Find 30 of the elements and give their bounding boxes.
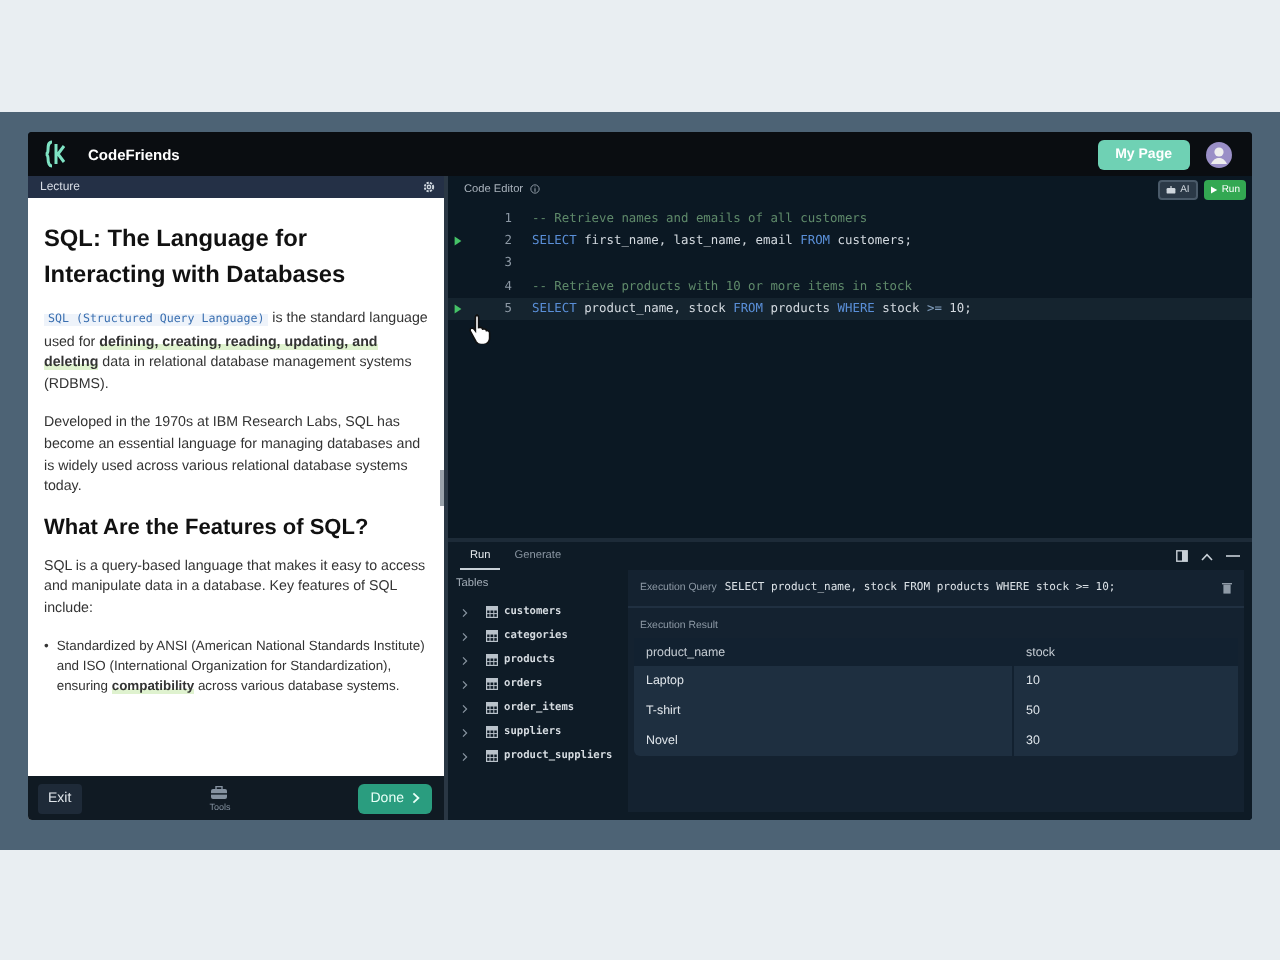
chevron-right-icon	[462, 655, 468, 665]
chevron-right-icon	[462, 751, 468, 761]
table-icon	[486, 702, 498, 714]
section-heading: What Are the Features of SQL?	[44, 515, 371, 540]
chevron-right-icon	[462, 607, 468, 617]
trash-icon[interactable]	[1222, 582, 1232, 594]
chevron-right-icon	[462, 727, 468, 737]
table-icon	[486, 750, 498, 762]
run-line-icon[interactable]	[454, 236, 462, 247]
chevron-right-icon	[462, 631, 468, 641]
toolbox-icon	[210, 785, 229, 799]
chevron-right-icon	[462, 679, 468, 689]
split-panel-icon[interactable]	[1176, 550, 1188, 562]
table-icon	[486, 630, 498, 642]
run-line-icon[interactable]	[454, 303, 462, 314]
table-icon	[486, 726, 498, 738]
table-icon	[486, 678, 498, 690]
table-icon	[486, 654, 498, 666]
scrollbar-thumb[interactable]	[440, 470, 444, 506]
chevron-right-icon	[411, 792, 420, 804]
avatar-icon[interactable]	[1206, 141, 1232, 167]
minimize-icon[interactable]	[1226, 554, 1240, 558]
chevron-up-icon[interactable]	[1200, 551, 1214, 561]
table-icon	[486, 606, 498, 618]
settings-icon[interactable]	[422, 180, 436, 194]
pointer-cursor-icon	[468, 312, 494, 344]
lecture-title: SQL: The Language for Interacting with Databases	[44, 222, 348, 292]
chevron-right-icon	[462, 703, 468, 713]
play-icon	[1209, 185, 1218, 193]
info-icon[interactable]	[529, 184, 540, 194]
